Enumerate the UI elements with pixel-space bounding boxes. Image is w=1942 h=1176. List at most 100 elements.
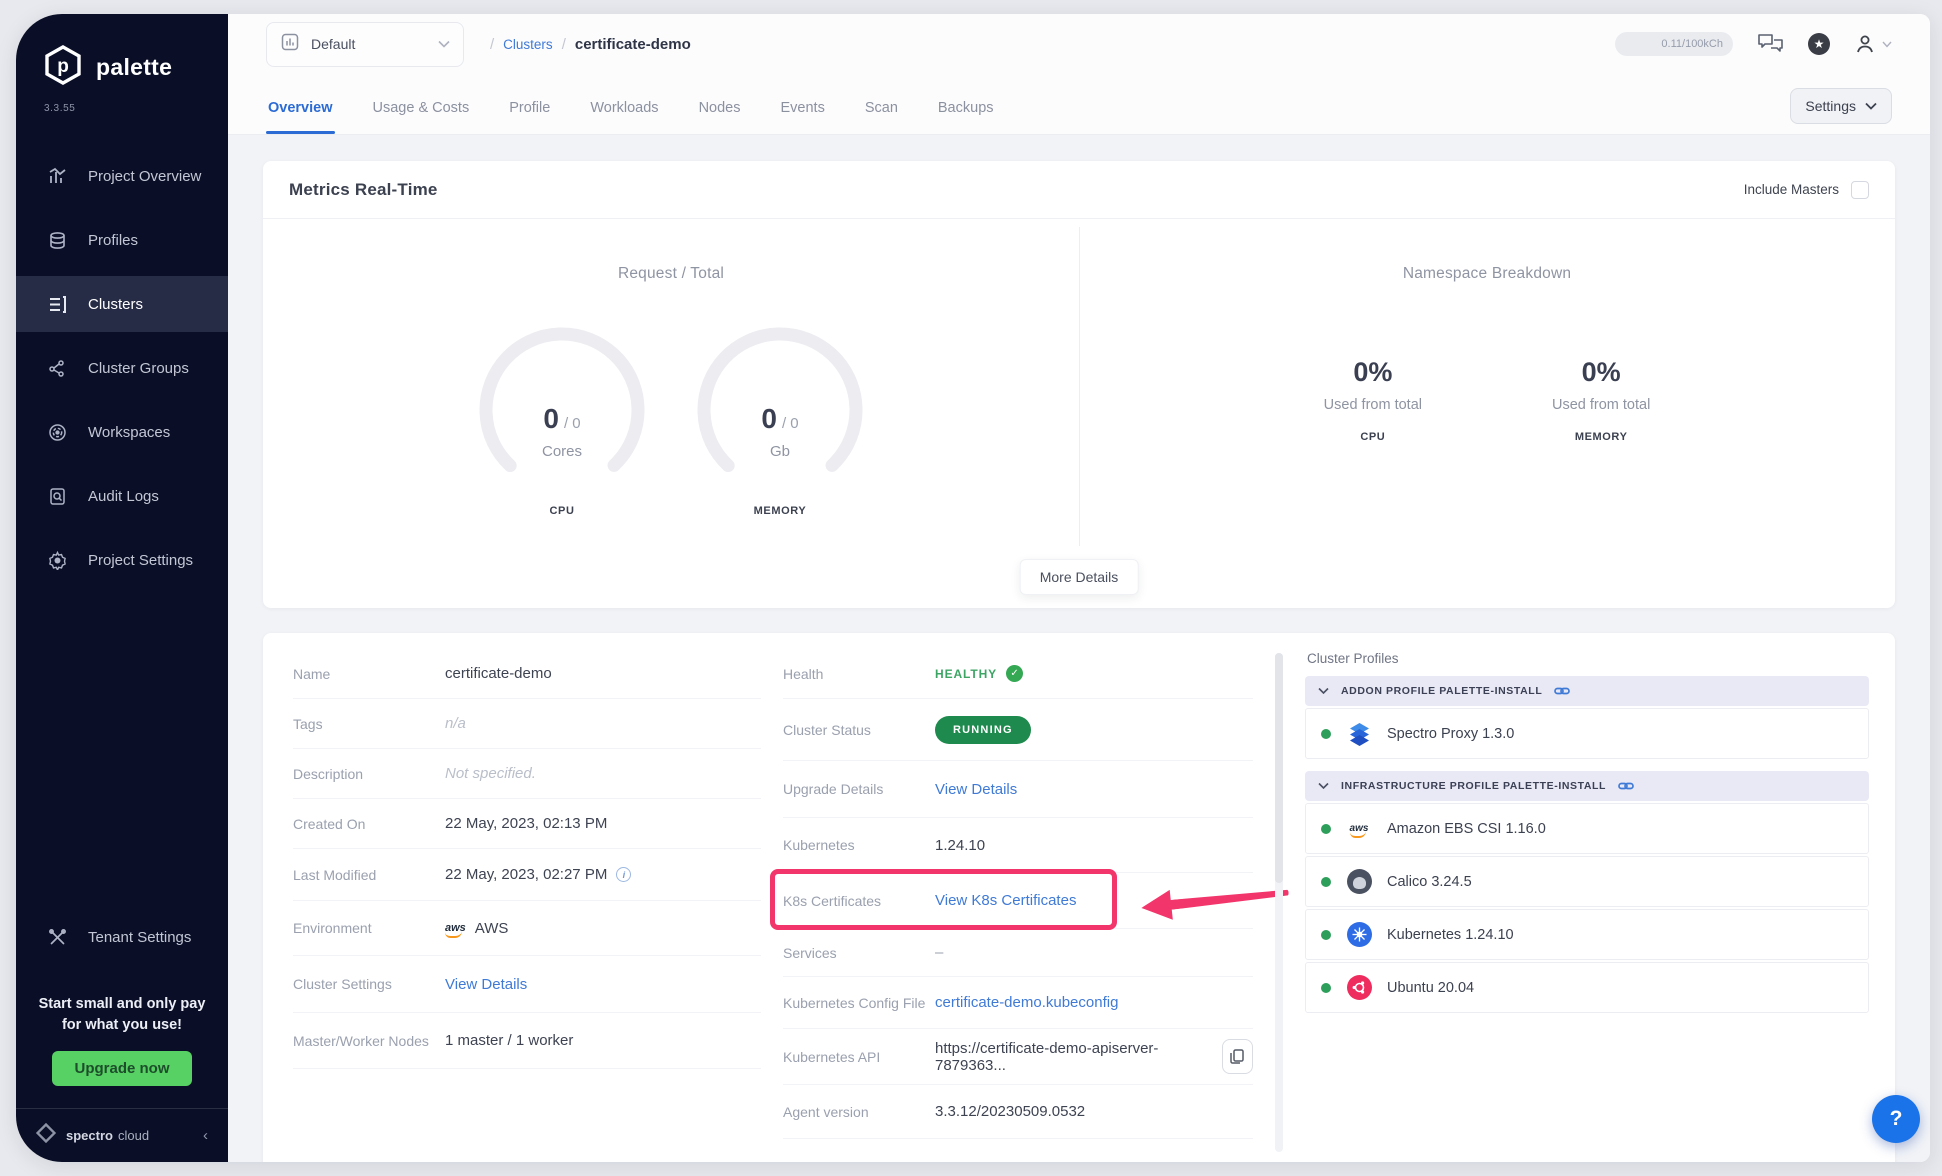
cluster-info-column: Namecertificate-demo Tagsn/a Description… xyxy=(293,649,761,1152)
pack-name: Kubernetes 1.24.10 xyxy=(1387,927,1514,943)
project-selector-dropdown[interactable]: Default xyxy=(266,22,464,67)
more-details-button[interactable]: More Details xyxy=(1020,559,1139,595)
tab-profile[interactable]: Profile xyxy=(507,100,552,134)
tab-nodes[interactable]: Nodes xyxy=(697,100,743,134)
tab-backups[interactable]: Backups xyxy=(936,100,996,134)
last-modified-value: 22 May, 2023, 02:27 PM xyxy=(445,866,607,883)
services-label: Services xyxy=(783,945,935,961)
cluster-profiles-panel: Cluster Profiles ADDON PROFILE PALETTE-I… xyxy=(1305,649,1869,1152)
created-on-value: 22 May, 2023, 02:13 PM xyxy=(445,815,607,832)
breadcrumb-separator: / xyxy=(562,36,566,53)
cluster-settings-view-details-link[interactable]: View Details xyxy=(445,976,527,993)
check-circle-icon: ✓ xyxy=(1006,665,1023,682)
cpu-gauge-value: 0 xyxy=(543,403,559,434)
cluster-profiles-title: Cluster Profiles xyxy=(1307,651,1869,666)
profile-pack-calico[interactable]: Calico 3.24.5 xyxy=(1305,856,1869,907)
tab-overview[interactable]: Overview xyxy=(266,100,335,134)
screen: p palette 3.3.55 Project Overview xyxy=(0,0,1942,1176)
sidebar-item-profiles[interactable]: Profiles xyxy=(16,212,228,268)
include-masters-checkbox[interactable] xyxy=(1851,181,1869,199)
settings-button[interactable]: Settings xyxy=(1790,88,1892,124)
view-k8s-certificates-link[interactable]: View K8s Certificates xyxy=(935,892,1076,909)
agent-version-label: Agent version xyxy=(783,1104,935,1120)
ubuntu-icon xyxy=(1346,975,1372,1001)
pack-name: Spectro Proxy 1.3.0 xyxy=(1387,726,1514,742)
infrastructure-profile-header-label: INFRASTRUCTURE PROFILE PALETTE-INSTALL xyxy=(1341,780,1606,792)
collapse-sidebar-icon[interactable]: ‹ xyxy=(203,1127,208,1144)
cluster-overview-card: Namecertificate-demo Tagsn/a Description… xyxy=(263,633,1895,1162)
project-selector-value: Default xyxy=(311,36,427,52)
chat-icon[interactable] xyxy=(1757,32,1784,56)
namespace-cpu-stat: 0% Used from total CPU xyxy=(1324,357,1422,443)
star-badge-icon[interactable]: ★ xyxy=(1808,33,1830,55)
infrastructure-profile-header[interactable]: INFRASTRUCTURE PROFILE PALETTE-INSTALL xyxy=(1305,771,1869,801)
status-dot-green xyxy=(1321,983,1331,993)
calico-icon xyxy=(1346,869,1372,895)
target-icon xyxy=(46,421,68,443)
master-worker-nodes-value: 1 master / 1 worker xyxy=(445,1032,573,1049)
brand-name: palette xyxy=(96,54,172,81)
chevron-down-icon xyxy=(1865,102,1877,110)
sidebar-item-tenant-settings[interactable]: Tenant Settings xyxy=(16,910,228,966)
profile-pack-ubuntu[interactable]: Ubuntu 20.04 xyxy=(1305,962,1869,1013)
tools-icon xyxy=(46,927,68,949)
cluster-status-label: Cluster Status xyxy=(783,722,935,738)
info-icon[interactable]: i xyxy=(616,867,631,882)
sidebar-item-label: Workspaces xyxy=(88,424,170,441)
app-window: p palette 3.3.55 Project Overview xyxy=(16,14,1930,1162)
cpu-used-percent: 0% xyxy=(1324,357,1422,388)
content: Metrics Real-Time Include Masters Reques… xyxy=(228,135,1930,1162)
sidebar-item-audit-logs[interactable]: Audit Logs xyxy=(16,468,228,524)
breadcrumb-link-clusters[interactable]: Clusters xyxy=(503,37,553,52)
cpu-gauge-total: / 0 xyxy=(564,415,581,432)
profile-pack-amazon-ebs-csi[interactable]: aws Amazon EBS CSI 1.16.0 xyxy=(1305,803,1869,854)
kubernetes-api-value: https://certificate-demo-apiserver-78793… xyxy=(935,1040,1212,1074)
cluster-name-value: certificate-demo xyxy=(445,665,552,682)
metrics-title: Metrics Real-Time xyxy=(289,180,438,200)
column-scrollbar[interactable] xyxy=(1275,653,1283,1152)
sidebar-footer: spectro cloud ‹ xyxy=(16,1108,228,1162)
profile-pack-spectro-proxy[interactable]: Spectro Proxy 1.3.0 xyxy=(1305,708,1869,759)
tab-scan[interactable]: Scan xyxy=(863,100,900,134)
profile-pack-kubernetes[interactable]: Kubernetes 1.24.10 xyxy=(1305,909,1869,960)
tab-workloads[interactable]: Workloads xyxy=(588,100,660,134)
tab-events[interactable]: Events xyxy=(778,100,826,134)
highlight-arrow-annotation xyxy=(1140,877,1294,923)
include-masters-label: Include Masters xyxy=(1744,182,1839,197)
help-button[interactable]: ? xyxy=(1872,1095,1920,1143)
link-icon xyxy=(1554,685,1570,697)
request-total-title: Request / Total xyxy=(618,265,724,283)
sidebar-item-cluster-groups[interactable]: Cluster Groups xyxy=(16,340,228,396)
status-dot-green xyxy=(1321,729,1331,739)
kubeconfig-download-link[interactable]: certificate-demo.kubeconfig xyxy=(935,994,1118,1011)
tab-usage-costs[interactable]: Usage & Costs xyxy=(371,100,472,134)
last-modified-label: Last Modified xyxy=(293,867,445,883)
addon-profile-header-label: ADDON PROFILE PALETTE-INSTALL xyxy=(1341,685,1542,697)
sidebar-item-project-overview[interactable]: Project Overview xyxy=(16,148,228,204)
sidebar-item-workspaces[interactable]: Workspaces xyxy=(16,404,228,460)
aws-icon: aws xyxy=(1346,816,1372,842)
description-value: Not specified. xyxy=(445,765,536,782)
usage-quota-pill[interactable]: 0.11/100kCh xyxy=(1615,32,1733,56)
user-menu[interactable] xyxy=(1854,33,1892,55)
memory-used-percent: 0% xyxy=(1552,357,1650,388)
request-total-panel: Request / Total 0/ 0 Cores CPU xyxy=(263,219,1079,608)
spectro-cloud-logo-icon xyxy=(36,1123,56,1148)
aws-icon: aws xyxy=(445,922,466,934)
addon-profile-header[interactable]: ADDON PROFILE PALETTE-INSTALL xyxy=(1305,676,1869,706)
footer-brand-bold: spectro xyxy=(66,1128,113,1143)
metrics-card: Metrics Real-Time Include Masters Reques… xyxy=(263,161,1895,608)
copy-button[interactable] xyxy=(1222,1039,1253,1074)
memory-gauge-value: 0 xyxy=(761,403,777,434)
page-header: Default / Clusters / certificate-demo 0.… xyxy=(228,14,1930,135)
memory-gauge-unit: Gb xyxy=(692,443,868,460)
palette-logo-icon: p xyxy=(42,44,84,91)
sidebar-item-clusters[interactable]: Clusters xyxy=(16,276,228,332)
upgrade-view-details-link[interactable]: View Details xyxy=(935,781,1017,798)
upgrade-now-button[interactable]: Upgrade now xyxy=(52,1051,191,1086)
sidebar-item-project-settings[interactable]: Project Settings xyxy=(16,532,228,588)
cpu-used-label: Used from total xyxy=(1324,397,1422,413)
bar-chart-icon xyxy=(46,165,68,187)
kubernetes-icon xyxy=(1346,922,1372,948)
sidebar-item-label: Cluster Groups xyxy=(88,360,189,377)
